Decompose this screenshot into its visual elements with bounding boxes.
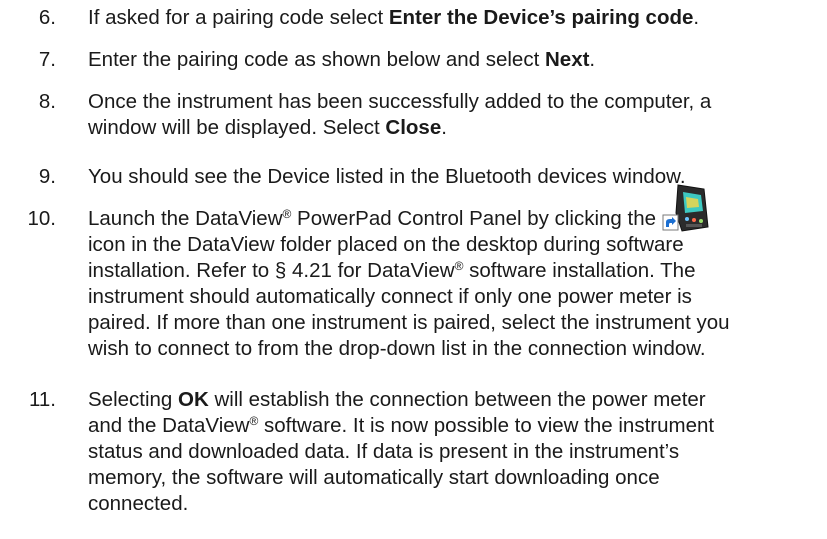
step-text: Enter the pairing code as shown below an… bbox=[88, 48, 596, 71]
step-number: 11. bbox=[29, 388, 56, 411]
step-number: 10. bbox=[27, 207, 57, 230]
button-label: Next bbox=[544, 48, 590, 71]
step-text: Launch the DataView® PowerPad Control Pa… bbox=[88, 184, 818, 362]
step-text: If asked for a pairing code select Enter… bbox=[88, 6, 700, 29]
powerpad-shortcut-icon bbox=[662, 184, 712, 232]
step-text: Selecting OK will establish the connecti… bbox=[88, 388, 715, 515]
button-label: Close bbox=[385, 116, 442, 139]
step-number: 7. bbox=[38, 48, 56, 71]
option-label: Enter the Device’s pairing code bbox=[388, 6, 694, 29]
step-number: 8. bbox=[38, 90, 56, 113]
instruction-document: 6. If asked for a pairing code select En… bbox=[0, 0, 827, 539]
step-number: 6. bbox=[38, 6, 56, 29]
step-text: Once the instrument has been successfull… bbox=[88, 90, 712, 139]
step-number: 9. bbox=[38, 165, 56, 188]
button-label: OK bbox=[178, 388, 209, 411]
registered-mark: ® bbox=[249, 414, 259, 428]
